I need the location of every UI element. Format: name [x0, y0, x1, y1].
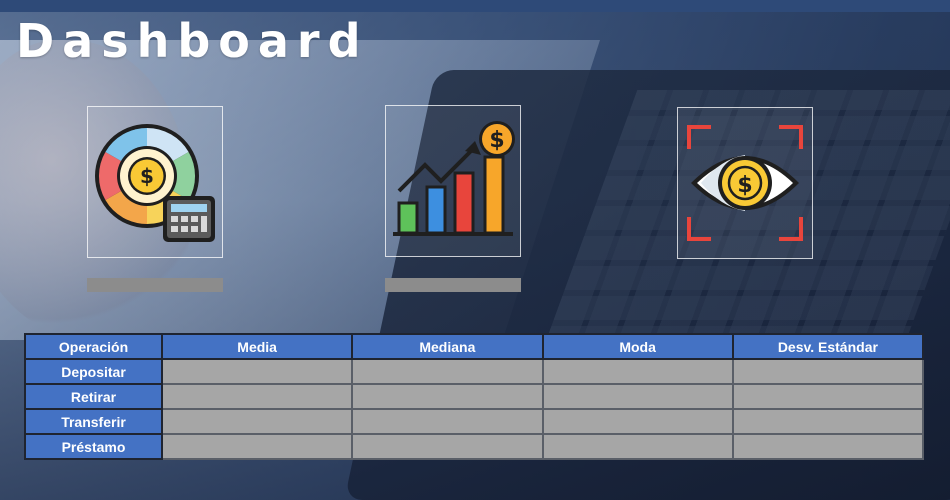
growth-chart-dollar-icon: $ [393, 121, 515, 236]
row-label-transferir: Transferir [24, 408, 163, 435]
header-operacion: Operación [24, 333, 163, 360]
table-cell[interactable] [351, 433, 544, 460]
svg-text:$: $ [737, 173, 752, 198]
table-cell[interactable] [541, 433, 734, 460]
table-cell[interactable] [731, 358, 925, 385]
dollar-eye-focus-icon: $ [687, 125, 803, 241]
row-label-depositar: Depositar [24, 358, 163, 385]
svg-text:$: $ [140, 164, 154, 188]
table-cell[interactable] [351, 358, 544, 385]
row-label-retirar: Retirar [24, 383, 163, 410]
card-1-label-placeholder [87, 278, 223, 292]
table-cell[interactable] [160, 408, 354, 435]
table-header-row: Operación Media Mediana Moda Desv. Están… [24, 333, 925, 360]
table-cell[interactable] [731, 433, 925, 460]
statistics-table: Operación Media Mediana Moda Desv. Están… [24, 333, 925, 460]
money-pie-calculator-icon: $ [95, 124, 215, 242]
table-cell[interactable] [541, 358, 734, 385]
table-row: Préstamo [24, 433, 925, 460]
table-cell[interactable] [160, 358, 354, 385]
table-row: Retirar [24, 383, 925, 410]
svg-text:$: $ [489, 128, 504, 153]
header-moda: Moda [541, 333, 734, 360]
table-cell[interactable] [160, 433, 354, 460]
table-row: Depositar [24, 358, 925, 385]
card-growth-chart[interactable]: $ [385, 105, 521, 257]
table-cell[interactable] [351, 408, 544, 435]
table-cell[interactable] [351, 383, 544, 410]
table-cell[interactable] [541, 408, 734, 435]
table-cell[interactable] [731, 408, 925, 435]
table-cell[interactable] [731, 383, 925, 410]
page-title: Dashboard [16, 14, 369, 68]
table-row: Transferir [24, 408, 925, 435]
table-cell[interactable] [160, 383, 354, 410]
card-money-pie[interactable]: $ [87, 106, 223, 258]
header-media: Media [160, 333, 354, 360]
card-2-label-placeholder [385, 278, 521, 292]
top-bar [0, 0, 950, 12]
row-label-prestamo: Préstamo [24, 433, 163, 460]
header-mediana: Mediana [351, 333, 544, 360]
card-dollar-eye[interactable]: $ [677, 107, 813, 259]
table-cell[interactable] [541, 383, 734, 410]
header-desv-estandar: Desv. Estándar [731, 333, 925, 360]
